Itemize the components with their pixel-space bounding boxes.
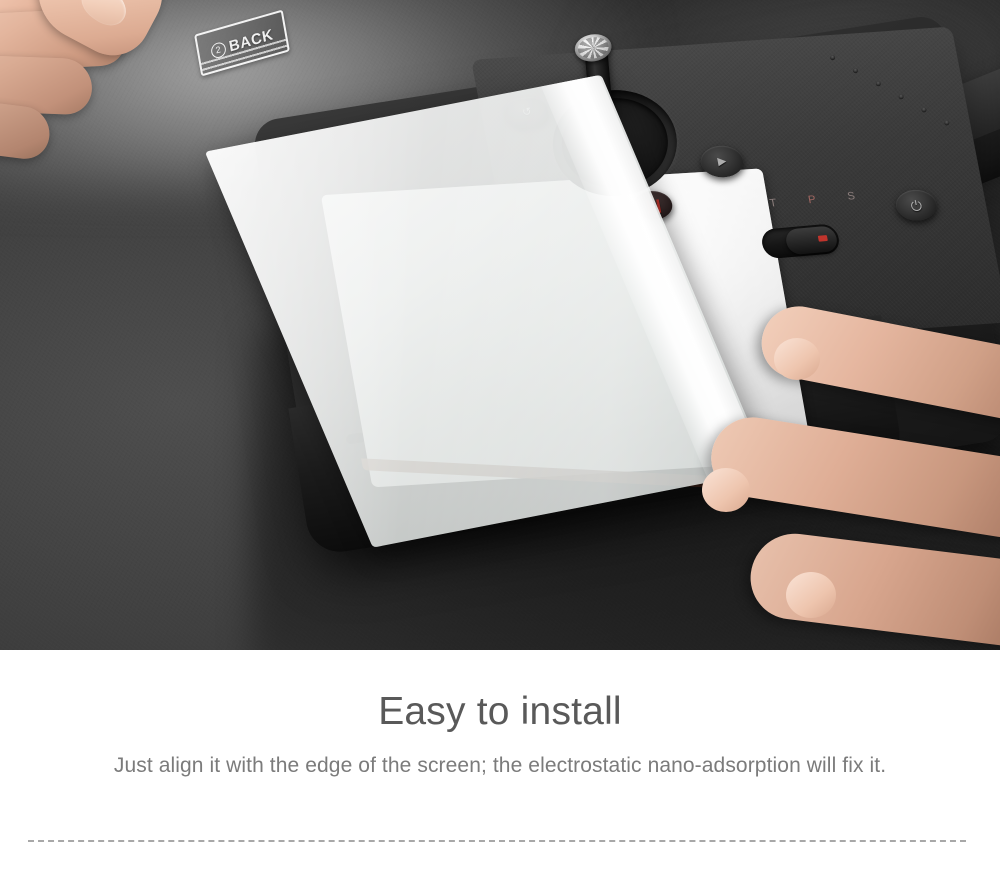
fingertip <box>702 468 750 512</box>
power-icon: ⏻ <box>909 196 924 214</box>
playback-icon: ▶ <box>716 154 728 168</box>
dashed-divider <box>28 840 966 842</box>
screw-dot <box>920 106 928 114</box>
caption-title: Easy to install <box>378 690 622 733</box>
screw-dot <box>875 80 882 87</box>
finger <box>745 528 1000 650</box>
mode-label-p: P <box>807 193 818 207</box>
finger <box>705 411 1000 541</box>
fingertip <box>786 572 836 618</box>
mode-label-t: T <box>768 197 779 210</box>
switch-indicator-mark <box>817 235 828 242</box>
screw-dot <box>897 93 905 100</box>
screw-dot <box>943 119 951 127</box>
product-feature-page: ↺ ▶ ❙❙ ⏻ T P S <box>0 0 1000 874</box>
joystick-knurl-texture <box>576 35 611 61</box>
caption-subtitle: Just align it with the edge of the scree… <box>113 754 887 777</box>
flight-mode-switch-knob[interactable] <box>783 225 840 256</box>
screw-dot <box>852 67 859 74</box>
left-hand <box>0 0 260 220</box>
product-photo: ↺ ▶ ❙❙ ⏻ T P S <box>0 0 1000 650</box>
fingertip <box>774 338 820 380</box>
screw-dot <box>829 54 836 61</box>
caption-block: Easy to install Just align it with the e… <box>0 650 1000 874</box>
right-hand <box>690 299 1000 650</box>
